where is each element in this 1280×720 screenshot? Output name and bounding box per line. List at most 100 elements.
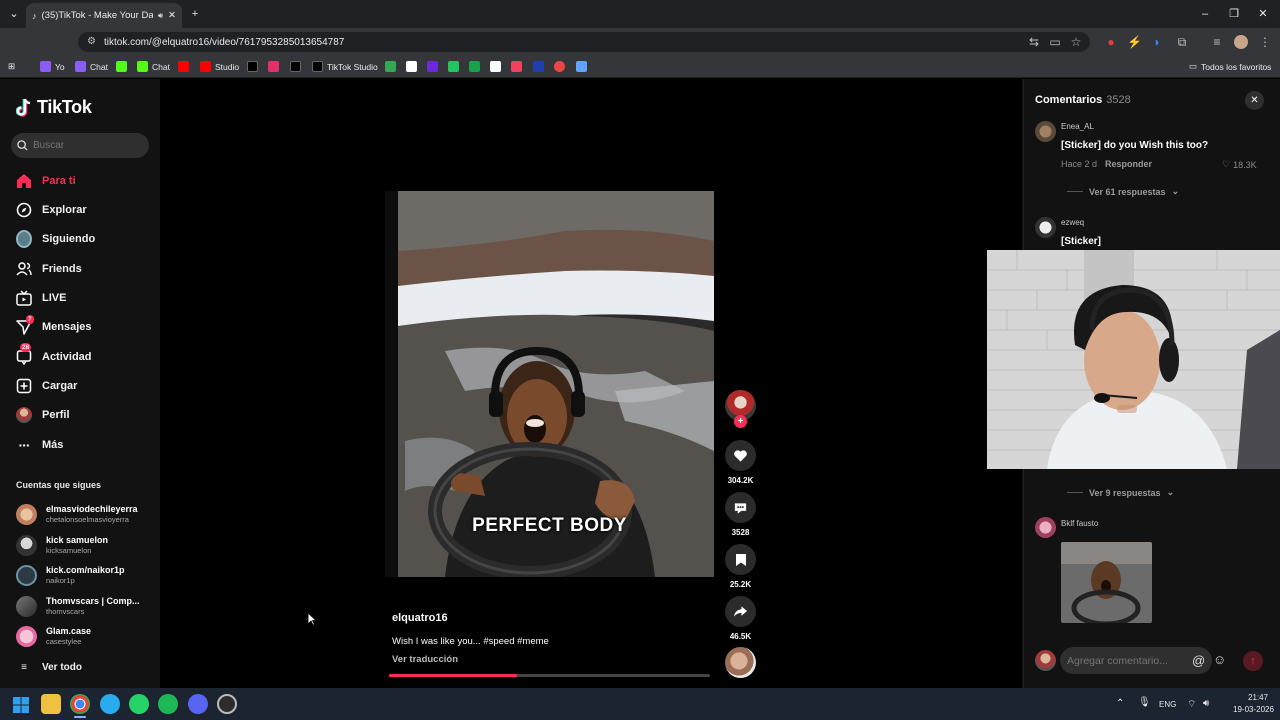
tab-search-icon[interactable]: ⌄ xyxy=(7,7,21,21)
nav-friends[interactable]: Friends xyxy=(16,258,82,280)
bookmark-icon-8[interactable] xyxy=(533,61,544,72)
following-account[interactable]: kick samuelon kicksamuelon xyxy=(16,531,108,559)
tiktok-bookmark-icon[interactable] xyxy=(290,61,301,72)
comment-username[interactable]: ezweq xyxy=(1061,218,1084,227)
new-tab-icon[interactable]: + xyxy=(188,7,202,21)
cast-icon[interactable]: ▭ xyxy=(1048,35,1062,49)
emoji-icon[interactable]: ☺ xyxy=(1213,652,1226,667)
browser-tab[interactable]: ♪ (35)TikTok - Make Your Day 🔊︎ ✕ xyxy=(26,3,182,28)
bookmark-chat-twitch[interactable]: Chat xyxy=(75,61,108,72)
bookmark-icon-7[interactable] xyxy=(511,61,522,72)
avatar[interactable] xyxy=(1035,517,1056,538)
nav-perfil[interactable]: Perfil xyxy=(16,404,70,426)
search-input[interactable] xyxy=(33,140,143,151)
following-account[interactable]: Glam.case casestylee xyxy=(16,622,91,650)
sheets-bookmark-icon[interactable] xyxy=(469,61,480,72)
avatar[interactable] xyxy=(1035,217,1056,238)
file-explorer-icon[interactable] xyxy=(41,694,61,714)
bookmark-icon-2[interactable] xyxy=(406,61,417,72)
nav-mensajes[interactable]: 7 Mensajes xyxy=(16,315,92,338)
obs-icon[interactable] xyxy=(217,694,237,714)
following-account[interactable]: kick.com/naikor1p naikor1p xyxy=(16,561,125,589)
all-bookmarks[interactable]: ▭ Todos los favoritos xyxy=(1189,61,1271,72)
microphone-icon[interactable]: 🎙︎ xyxy=(1138,697,1151,708)
search-box[interactable] xyxy=(11,133,149,158)
video-player[interactable]: PERFECT BODY xyxy=(385,191,714,577)
extensions-puzzle-icon[interactable]: ⧉ xyxy=(1175,35,1189,49)
discord-icon[interactable] xyxy=(188,694,208,714)
telegram-icon[interactable] xyxy=(100,694,120,714)
input-language[interactable]: ENG xyxy=(1159,700,1176,709)
nav-mas[interactable]: ··· Más xyxy=(16,434,64,456)
spotify-icon[interactable] xyxy=(158,694,178,714)
following-account[interactable]: elmasviodechileyerra chetalonsoelmasvioye… xyxy=(16,500,138,528)
post-comment-button[interactable]: ↑ xyxy=(1243,651,1263,671)
comment-username[interactable]: Enea_AL xyxy=(1061,122,1094,131)
like-button[interactable] xyxy=(725,440,756,471)
tab-audio-icon[interactable]: 🔊︎ xyxy=(158,11,163,21)
wifi-icon[interactable]: ⌔ xyxy=(1187,698,1196,711)
nav-explorar[interactable]: Explorar xyxy=(16,199,87,221)
gemini-bookmark-icon[interactable] xyxy=(576,61,587,72)
extension-2-icon[interactable]: ⚡ xyxy=(1127,35,1142,49)
following-account[interactable]: Thomvscars | Comp... thomvscars xyxy=(16,592,140,620)
restore-icon[interactable]: ❐ xyxy=(1227,7,1241,21)
share-button[interactable] xyxy=(725,596,756,627)
clock-date[interactable]: 19-03-2026 xyxy=(1233,705,1274,714)
extension-3-icon[interactable]: ◗ xyxy=(1150,35,1164,49)
see-all-following[interactable]: ≡ Ver todo xyxy=(16,656,82,678)
save-button[interactable] xyxy=(725,544,756,575)
add-comment-input[interactable] xyxy=(1067,654,1192,667)
translate-icon[interactable]: ⇆ xyxy=(1027,35,1041,49)
bookmark-tiktok-studio[interactable]: TikTok Studio xyxy=(312,61,378,72)
extension-1-icon[interactable]: ● xyxy=(1104,35,1118,49)
volume-icon[interactable]: 🔊︎ xyxy=(1203,698,1209,709)
nav-actividad[interactable]: 28 Actividad xyxy=(16,343,92,368)
window-close-icon[interactable]: ✕ xyxy=(1256,7,1270,21)
nav-cargar[interactable]: Cargar xyxy=(16,375,77,397)
address-bar[interactable]: ⚙ tiktok.com/@elquatro16/video/761795328… xyxy=(78,32,1090,52)
browser-menu-icon[interactable]: ⋮ xyxy=(1258,35,1272,49)
avatar[interactable] xyxy=(1035,121,1056,142)
bookmark-icon-6[interactable] xyxy=(490,61,501,72)
bookmark-studio[interactable]: Studio xyxy=(200,61,239,72)
kick-bookmark-icon[interactable] xyxy=(116,61,127,72)
comment-like-button[interactable]: ♡ 18.3K xyxy=(1222,159,1257,170)
bookmark-icon-3[interactable] xyxy=(427,61,438,72)
whatsapp-icon[interactable] xyxy=(129,694,149,714)
apps-grid-icon[interactable]: ⊞ xyxy=(8,61,15,72)
close-comments-button[interactable]: ✕ xyxy=(1245,91,1264,110)
bookmark-icon-4[interactable] xyxy=(448,61,459,72)
video-progress-bar[interactable] xyxy=(389,674,710,677)
view-replies-button[interactable]: Ver 9 respuestas ⌄ xyxy=(1067,487,1174,498)
see-translation-link[interactable]: Ver traducción xyxy=(392,654,458,665)
profile-avatar-icon[interactable] xyxy=(1234,35,1248,49)
windows-start-icon[interactable] xyxy=(13,697,29,713)
drive-bookmark-icon[interactable] xyxy=(385,61,396,72)
nav-para-ti[interactable]: Para ti xyxy=(16,170,76,192)
sound-disc-icon[interactable] xyxy=(725,647,756,678)
tray-chevron-icon[interactable]: ⌃ xyxy=(1116,698,1124,709)
comment-username[interactable]: Bklf fausto xyxy=(1061,519,1098,528)
mention-icon[interactable]: @ xyxy=(1192,653,1205,668)
x-bookmark-icon[interactable] xyxy=(247,61,258,72)
follow-plus-icon[interactable]: + xyxy=(734,415,747,428)
comment-button[interactable] xyxy=(725,492,756,523)
youtube-bookmark-icon[interactable] xyxy=(178,61,189,72)
media-control-icon[interactable]: ≡ xyxy=(1210,35,1224,49)
bookmark-star-icon[interactable]: ☆ xyxy=(1069,35,1083,49)
site-info-icon[interactable]: ⚙ xyxy=(87,36,96,47)
bookmark-chat-kick[interactable]: Chat xyxy=(137,61,170,72)
chrome-icon[interactable] xyxy=(70,694,90,714)
clock-time[interactable]: 21:47 xyxy=(1248,693,1268,702)
nav-siguiendo[interactable]: Siguiendo xyxy=(16,228,95,250)
nav-live[interactable]: LIVE xyxy=(16,287,66,309)
bookmark-yo[interactable]: Yo xyxy=(40,61,65,72)
add-comment-box[interactable] xyxy=(1060,647,1212,674)
video-author[interactable]: elquatro16 xyxy=(392,612,448,624)
instagram-bookmark-icon[interactable] xyxy=(268,61,279,72)
tiktok-logo[interactable]: TikTok xyxy=(16,97,92,118)
tab-close-icon[interactable]: ✕ xyxy=(168,10,176,21)
bookmark-icon-9[interactable] xyxy=(554,61,565,72)
minimize-icon[interactable]: – xyxy=(1198,7,1212,21)
